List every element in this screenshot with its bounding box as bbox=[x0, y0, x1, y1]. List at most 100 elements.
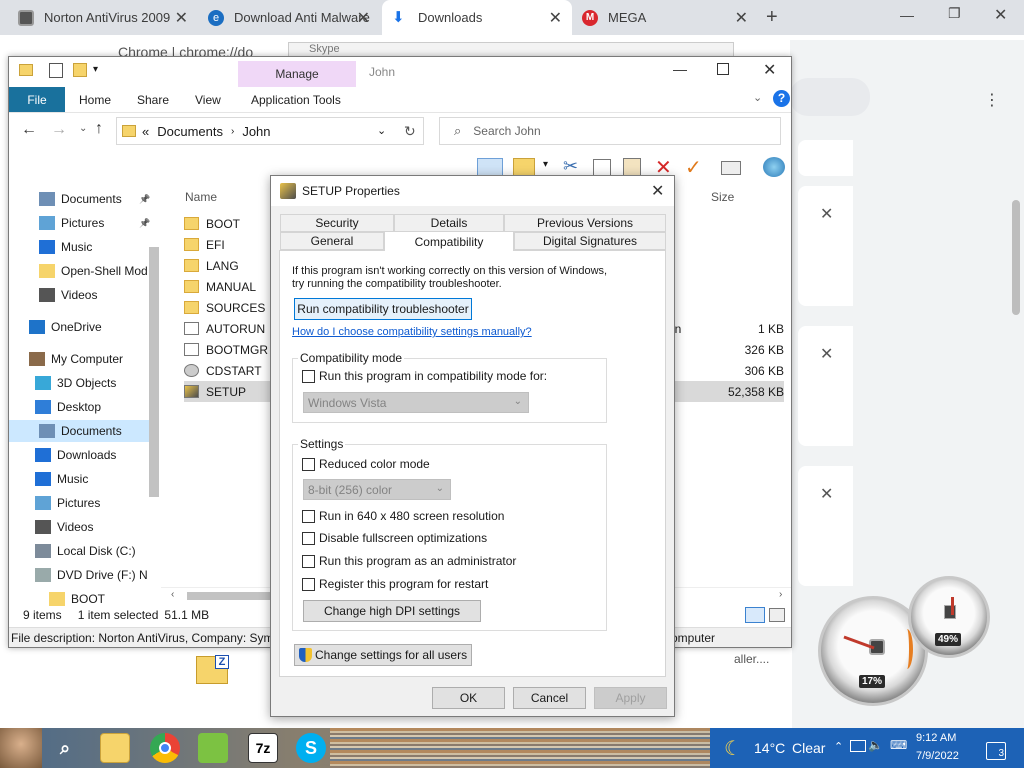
checkbox-icon[interactable] bbox=[302, 457, 315, 471]
change-dpi-button[interactable]: Change high DPI settings bbox=[303, 600, 481, 622]
run-troubleshooter-button[interactable]: Run compatibility troubleshooter bbox=[294, 298, 472, 320]
ribbon-tab-view[interactable]: View bbox=[195, 93, 221, 107]
chrome-tab-norton[interactable]: Norton AntiVirus 2009 ✕ bbox=[8, 0, 198, 35]
tab-digital-signatures[interactable]: Digital Signatures bbox=[514, 232, 666, 250]
reduced-color-checkbox[interactable]: Reduced color mode bbox=[302, 457, 430, 471]
nav-item[interactable]: Desktop bbox=[35, 396, 101, 418]
nav-item[interactable]: Documents bbox=[9, 420, 149, 442]
chevron-down-icon[interactable]: ⌄ bbox=[377, 124, 386, 137]
disable-fullscreen-checkbox[interactable]: Disable fullscreen optimizations bbox=[302, 531, 487, 545]
help-icon[interactable]: ? bbox=[773, 90, 790, 107]
chrome-tab-mega[interactable]: M MEGA ✕ bbox=[572, 0, 758, 35]
nav-item[interactable]: Music bbox=[39, 236, 92, 258]
column-header-name[interactable]: Name bbox=[185, 190, 217, 204]
tab-security[interactable]: Security bbox=[280, 214, 394, 232]
register-restart-checkbox[interactable]: Register this program for restart bbox=[302, 577, 488, 591]
maximize-icon[interactable] bbox=[717, 63, 729, 75]
new-folder-icon[interactable] bbox=[73, 63, 87, 77]
nav-item[interactable]: My Computer bbox=[29, 348, 123, 370]
close-icon[interactable]: ✕ bbox=[820, 484, 833, 504]
start-button[interactable] bbox=[0, 728, 42, 768]
search-input[interactable]: ⌕ Search John bbox=[439, 117, 781, 145]
shell-icon[interactable] bbox=[763, 157, 785, 177]
manual-settings-link[interactable]: How do I choose compatibility settings m… bbox=[292, 326, 532, 338]
restore-icon[interactable]: ❐ bbox=[948, 5, 961, 22]
android-icon[interactable] bbox=[198, 733, 228, 763]
details-view-icon[interactable] bbox=[745, 607, 765, 623]
minimize-icon[interactable]: — bbox=[673, 61, 687, 77]
nav-item[interactable]: Local Disk (C:) bbox=[35, 540, 136, 562]
notification-center[interactable]: 3 bbox=[986, 742, 1006, 760]
checkbox-icon[interactable] bbox=[302, 369, 315, 383]
column-header-size[interactable]: Size bbox=[711, 190, 734, 204]
network-icon[interactable] bbox=[850, 740, 866, 752]
close-icon[interactable]: ✕ bbox=[820, 344, 833, 364]
nav-item[interactable]: Pictures 📌 bbox=[39, 212, 150, 234]
nav-item[interactable]: Pictures bbox=[35, 492, 100, 514]
tab-previous-versions[interactable]: Previous Versions bbox=[504, 214, 666, 232]
close-icon[interactable]: ✕ bbox=[763, 60, 776, 80]
close-window-icon[interactable]: ✕ bbox=[994, 5, 1007, 25]
resolution-640-checkbox[interactable]: Run in 640 x 480 screen resolution bbox=[302, 509, 504, 523]
apply-button[interactable]: Apply bbox=[594, 687, 667, 709]
nav-item[interactable]: Videos bbox=[39, 284, 97, 306]
clock-time[interactable]: 9:12 AM bbox=[916, 732, 956, 744]
nav-scrollbar[interactable] bbox=[149, 247, 159, 497]
checkbox-icon[interactable] bbox=[302, 554, 315, 568]
file-explorer-icon[interactable] bbox=[100, 733, 130, 763]
clock-date[interactable]: 7/9/2022 bbox=[916, 750, 959, 762]
close-icon[interactable]: ✕ bbox=[735, 8, 748, 28]
refresh-icon[interactable]: ↻ bbox=[404, 123, 416, 140]
checkbox-icon[interactable] bbox=[302, 577, 315, 591]
close-icon[interactable]: ✕ bbox=[820, 204, 833, 224]
up-icon[interactable]: ↑ bbox=[95, 120, 103, 138]
close-icon[interactable]: ✕ bbox=[549, 8, 562, 28]
compatibility-mode-checkbox[interactable]: Run this program in compatibility mode f… bbox=[302, 369, 547, 383]
ribbon-tab-application-tools[interactable]: Application Tools bbox=[251, 93, 341, 107]
weather-temperature[interactable]: 14°C bbox=[754, 740, 785, 756]
new-tab-button[interactable]: + bbox=[766, 6, 778, 29]
back-icon[interactable]: ← bbox=[21, 121, 37, 139]
breadcrumb-documents[interactable]: Documents bbox=[157, 124, 223, 139]
tab-compatibility[interactable]: Compatibility bbox=[384, 231, 514, 251]
properties-icon[interactable] bbox=[721, 161, 741, 175]
properties-icon[interactable] bbox=[49, 63, 63, 78]
close-icon[interactable]: ✕ bbox=[651, 181, 664, 201]
scroll-right-icon[interactable]: › bbox=[779, 589, 782, 600]
downloads-search-box[interactable] bbox=[790, 78, 870, 116]
forward-icon[interactable]: → bbox=[51, 121, 67, 139]
close-icon[interactable]: ✕ bbox=[357, 8, 370, 28]
chrome-icon[interactable] bbox=[150, 733, 180, 763]
close-icon[interactable]: ✕ bbox=[175, 8, 188, 28]
cancel-button[interactable]: Cancel bbox=[513, 687, 586, 709]
more-icon[interactable]: ⋮ bbox=[984, 90, 1000, 110]
memory-meter-gadget[interactable]: 49% bbox=[908, 576, 990, 658]
change-all-users-button[interactable]: Change settings for all users bbox=[294, 644, 472, 666]
chrome-tab-anti-malware[interactable]: e Download Anti Malware ✕ bbox=[198, 0, 380, 35]
7zip-icon[interactable]: 7z bbox=[248, 733, 278, 763]
checkmark-icon[interactable]: ✓ bbox=[685, 155, 702, 180]
address-bar[interactable]: « Documents › John ⌄ ↻ bbox=[116, 117, 424, 145]
chrome-tab-downloads[interactable]: ⬇ Downloads ✕ bbox=[382, 0, 572, 35]
nav-item[interactable]: OneDrive bbox=[29, 316, 102, 338]
scrollbar-thumb[interactable] bbox=[1012, 200, 1020, 315]
nav-item[interactable]: 3D Objects bbox=[35, 372, 116, 394]
search-icon[interactable]: ⌕ bbox=[50, 733, 80, 763]
customize-toolbar-icon[interactable]: ▾ bbox=[93, 64, 98, 75]
breadcrumb-john[interactable]: John bbox=[242, 124, 270, 139]
nav-item[interactable]: Open-Shell Mod bbox=[39, 260, 148, 282]
volume-icon[interactable]: 🔈 bbox=[868, 738, 883, 752]
manage-contextual-tab[interactable]: Manage bbox=[238, 61, 356, 87]
nav-item[interactable]: Documents 📌 bbox=[39, 188, 150, 210]
ok-button[interactable]: OK bbox=[432, 687, 505, 709]
scroll-left-icon[interactable]: ‹ bbox=[171, 589, 174, 600]
tab-details[interactable]: Details bbox=[394, 214, 504, 232]
chevron-up-icon[interactable]: ⌃ bbox=[834, 740, 843, 753]
expand-ribbon-icon[interactable]: ⌄ bbox=[753, 91, 762, 104]
chevron-down-icon[interactable]: ▾ bbox=[543, 159, 548, 170]
ribbon-tab-home[interactable]: Home bbox=[79, 93, 111, 107]
large-icons-view-icon[interactable] bbox=[769, 608, 785, 622]
checkbox-icon[interactable] bbox=[302, 531, 315, 545]
ribbon-tab-share[interactable]: Share bbox=[137, 93, 169, 107]
language-icon[interactable]: ⌨ bbox=[890, 738, 907, 752]
